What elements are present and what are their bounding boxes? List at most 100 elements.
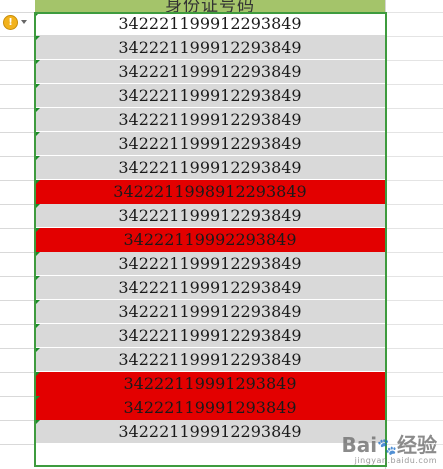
table-row[interactable]: 342221199912293849 xyxy=(35,156,385,180)
error-indicator-icon xyxy=(35,132,40,137)
id-number-cell: 342221199912293849 xyxy=(118,110,302,129)
gridline xyxy=(385,276,443,277)
table-row[interactable]: 34222119991293849 xyxy=(35,372,385,396)
adjacent-column-area xyxy=(385,0,443,469)
table-row[interactable]: 342221199912293849 xyxy=(35,348,385,372)
id-number-cell: 342221199912293849 xyxy=(118,158,302,177)
id-number-cell: 342221199912293849 xyxy=(118,206,302,225)
gridline xyxy=(0,132,35,133)
gridline xyxy=(0,396,35,397)
id-number-cell: 342221199912293849 xyxy=(118,38,302,57)
error-indicator-icon xyxy=(35,276,40,281)
error-indicator-icon xyxy=(35,228,40,233)
watermark-logo-suffix: 经验 xyxy=(397,433,437,457)
table-row[interactable]: 34222119991293849 xyxy=(35,396,385,420)
gridline xyxy=(0,252,35,253)
row-header-area xyxy=(0,0,35,469)
gridline xyxy=(0,228,35,229)
id-number-cell: 342221199912293849 xyxy=(118,302,302,321)
id-number-cell: 342221199912293849 xyxy=(118,254,302,273)
table-row[interactable]: 342221199912293849 xyxy=(35,324,385,348)
table-row[interactable]: 342221199912293849 xyxy=(35,420,385,444)
error-indicator-icon xyxy=(35,252,40,257)
id-number-cell: 342221199912293849 xyxy=(118,278,302,297)
id-number-cell: 342221199912293849 xyxy=(118,422,302,441)
gridline xyxy=(385,180,443,181)
error-indicator-icon xyxy=(35,348,40,353)
table-row[interactable]: 3422211998912293849 xyxy=(35,180,385,204)
table-row[interactable]: 342221199912293849 xyxy=(35,132,385,156)
error-indicator-icon xyxy=(35,300,40,305)
id-number-column: 342221199912293849 342221199912293849 3422… xyxy=(35,12,385,444)
error-indicator-icon xyxy=(35,420,40,425)
table-row[interactable]: 342221199912293849 xyxy=(35,84,385,108)
id-number-cell: 342221199912293849 xyxy=(118,350,302,369)
table-row[interactable]: 342221199912293849 xyxy=(35,300,385,324)
id-number-cell: 342221199912293849 xyxy=(118,326,302,345)
id-number-cell: 342221199912293849 xyxy=(118,86,302,105)
gridline xyxy=(385,300,443,301)
id-number-cell: 342221199912293849 xyxy=(118,62,302,81)
column-divider xyxy=(385,0,386,469)
gridline xyxy=(385,348,443,349)
table-row[interactable]: 342221199912293849 xyxy=(35,108,385,132)
id-number-cell: 34222119991293849 xyxy=(123,374,297,393)
gridline xyxy=(385,84,443,85)
id-number-cell: 34222119991293849 xyxy=(123,398,297,417)
error-indicator-icon xyxy=(35,396,40,401)
error-indicator-icon xyxy=(35,324,40,329)
paw-icon: 🐾 xyxy=(377,437,397,456)
id-number-cell: 3422211998912293849 xyxy=(113,182,307,201)
error-indicator-icon xyxy=(35,108,40,113)
chevron-down-icon xyxy=(21,20,27,24)
id-number-cell: 34222119992293849 xyxy=(123,230,297,249)
gridline xyxy=(385,36,443,37)
gridline xyxy=(385,132,443,133)
error-check-button[interactable]: ! xyxy=(3,14,31,30)
table-row[interactable]: 34222119992293849 xyxy=(35,228,385,252)
gridline xyxy=(385,60,443,61)
table-row[interactable]: 342221199912293849 xyxy=(35,204,385,228)
gridline xyxy=(0,300,35,301)
gridline xyxy=(0,348,35,349)
gridline xyxy=(0,420,35,421)
error-indicator-icon xyxy=(35,204,40,209)
error-indicator-icon xyxy=(35,372,40,377)
id-number-cell: 342221199912293849 xyxy=(118,14,302,33)
gridline xyxy=(385,228,443,229)
gridline xyxy=(385,252,443,253)
gridline xyxy=(0,12,35,13)
gridline xyxy=(385,156,443,157)
id-number-cell: 342221199912293849 xyxy=(118,134,302,153)
gridline xyxy=(0,444,35,445)
error-indicator-icon xyxy=(35,12,40,17)
table-row[interactable]: 342221199912293849 xyxy=(35,252,385,276)
watermark-url: jingyan.baidu.com xyxy=(354,456,437,465)
gridline xyxy=(0,276,35,277)
watermark-logo-text: Bai xyxy=(341,433,378,457)
gridline xyxy=(385,396,443,397)
gridline xyxy=(0,36,35,37)
table-row[interactable]: 342221199912293849 xyxy=(35,276,385,300)
gridline xyxy=(385,372,443,373)
gridline xyxy=(0,204,35,205)
table-row[interactable]: 342221199912293849 xyxy=(35,12,385,36)
gridline xyxy=(385,12,443,13)
error-indicator-icon xyxy=(35,84,40,89)
gridline xyxy=(385,420,443,421)
gridline xyxy=(0,84,35,85)
gridline xyxy=(0,108,35,109)
watermark: Bai🐾经验 jingyan.baidu.com xyxy=(341,429,437,465)
table-row[interactable]: 342221199912293849 xyxy=(35,60,385,84)
error-indicator-icon xyxy=(35,60,40,65)
watermark-logo: Bai🐾经验 xyxy=(341,429,437,458)
gridline xyxy=(0,60,35,61)
error-indicator-icon xyxy=(35,180,40,185)
warning-icon: ! xyxy=(3,14,18,30)
gridline xyxy=(0,324,35,325)
gridline xyxy=(0,180,35,181)
gridline xyxy=(385,108,443,109)
error-indicator-icon xyxy=(35,156,40,161)
table-row[interactable]: 342221199912293849 xyxy=(35,36,385,60)
gridline xyxy=(385,204,443,205)
